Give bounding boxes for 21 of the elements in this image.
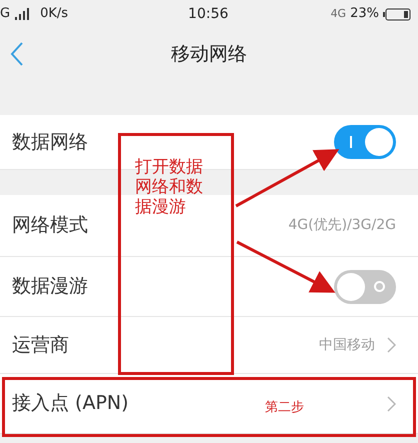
row-label: 运营商 [12,332,69,358]
row-value: 中国移动 [319,336,375,354]
battery-label: 23% [350,5,379,24]
network-label: 4G [330,6,346,22]
row-label: 数据漫游 [12,274,88,300]
battery-icon [383,8,411,20]
page-title: 移动网络 [171,42,247,67]
row-label: 数据网络 [12,130,88,155]
toggle-switch[interactable] [334,270,396,304]
row-label: 接入点 (APN) [12,391,129,416]
annotation-note: 打开数据网络和数据漫游 [135,157,204,217]
toggle-switch[interactable] [334,125,396,159]
speed-label: 0K/s [40,5,68,24]
network-label: G [0,5,10,24]
chevron-icon [387,396,396,412]
chevron-icon [387,337,396,353]
row-value: 4G(优先)/3G/2G [288,216,396,235]
row-label: 网络模式 [12,213,88,238]
back-icon [10,42,23,66]
clock: 10:56 [188,4,228,24]
annotation-step: 第二步 [265,398,304,418]
